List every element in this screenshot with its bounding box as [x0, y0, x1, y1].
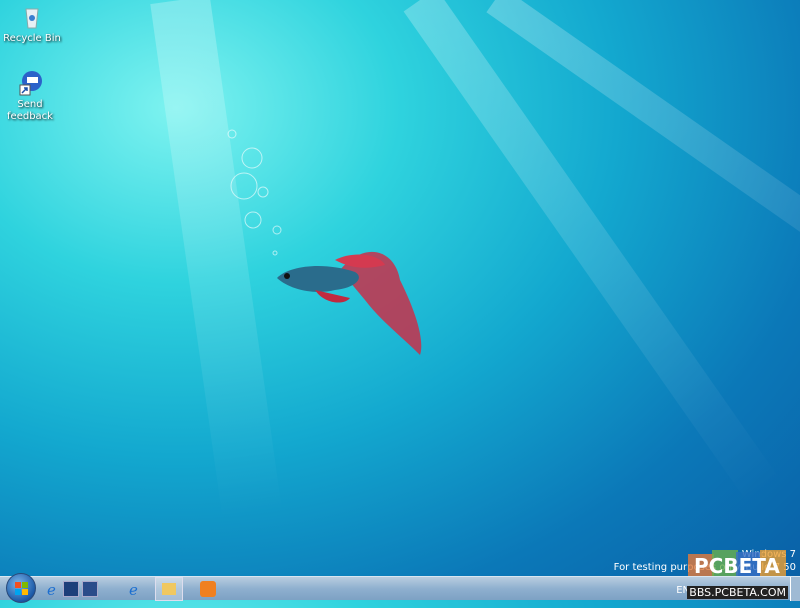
- switch-windows-icon[interactable]: [82, 581, 98, 597]
- site-watermark: BBS.PCBETA.COM: [687, 586, 788, 599]
- svg-text:e: e: [129, 581, 138, 597]
- ie-quicklaunch-icon[interactable]: e: [46, 581, 62, 599]
- show-desktop-button[interactable]: [790, 577, 800, 601]
- explorer-taskbar-button[interactable]: [155, 577, 183, 601]
- ie-taskbar-icon[interactable]: e: [128, 581, 144, 599]
- send-feedback-icon: [17, 70, 43, 96]
- start-button[interactable]: [6, 573, 36, 603]
- recycle-bin-icon: [19, 4, 45, 30]
- desktop-icon-send-feedback[interactable]: Send feedback: [0, 70, 60, 123]
- icon-label: Recycle Bin: [3, 33, 61, 44]
- media-player-icon[interactable]: [200, 581, 216, 597]
- icon-label: Send feedback: [7, 99, 53, 122]
- show-desktop-icon[interactable]: [63, 581, 79, 597]
- folder-icon: [162, 583, 176, 595]
- desktop-icon-recycle-bin[interactable]: Recycle Bin: [0, 4, 64, 45]
- wallpaper-betta-fish: [227, 129, 422, 355]
- logo-text: PCBETA: [694, 554, 780, 578]
- taskbar: e e EN BBS.PCBETA.COM: [0, 573, 800, 603]
- svg-text:e: e: [47, 581, 56, 597]
